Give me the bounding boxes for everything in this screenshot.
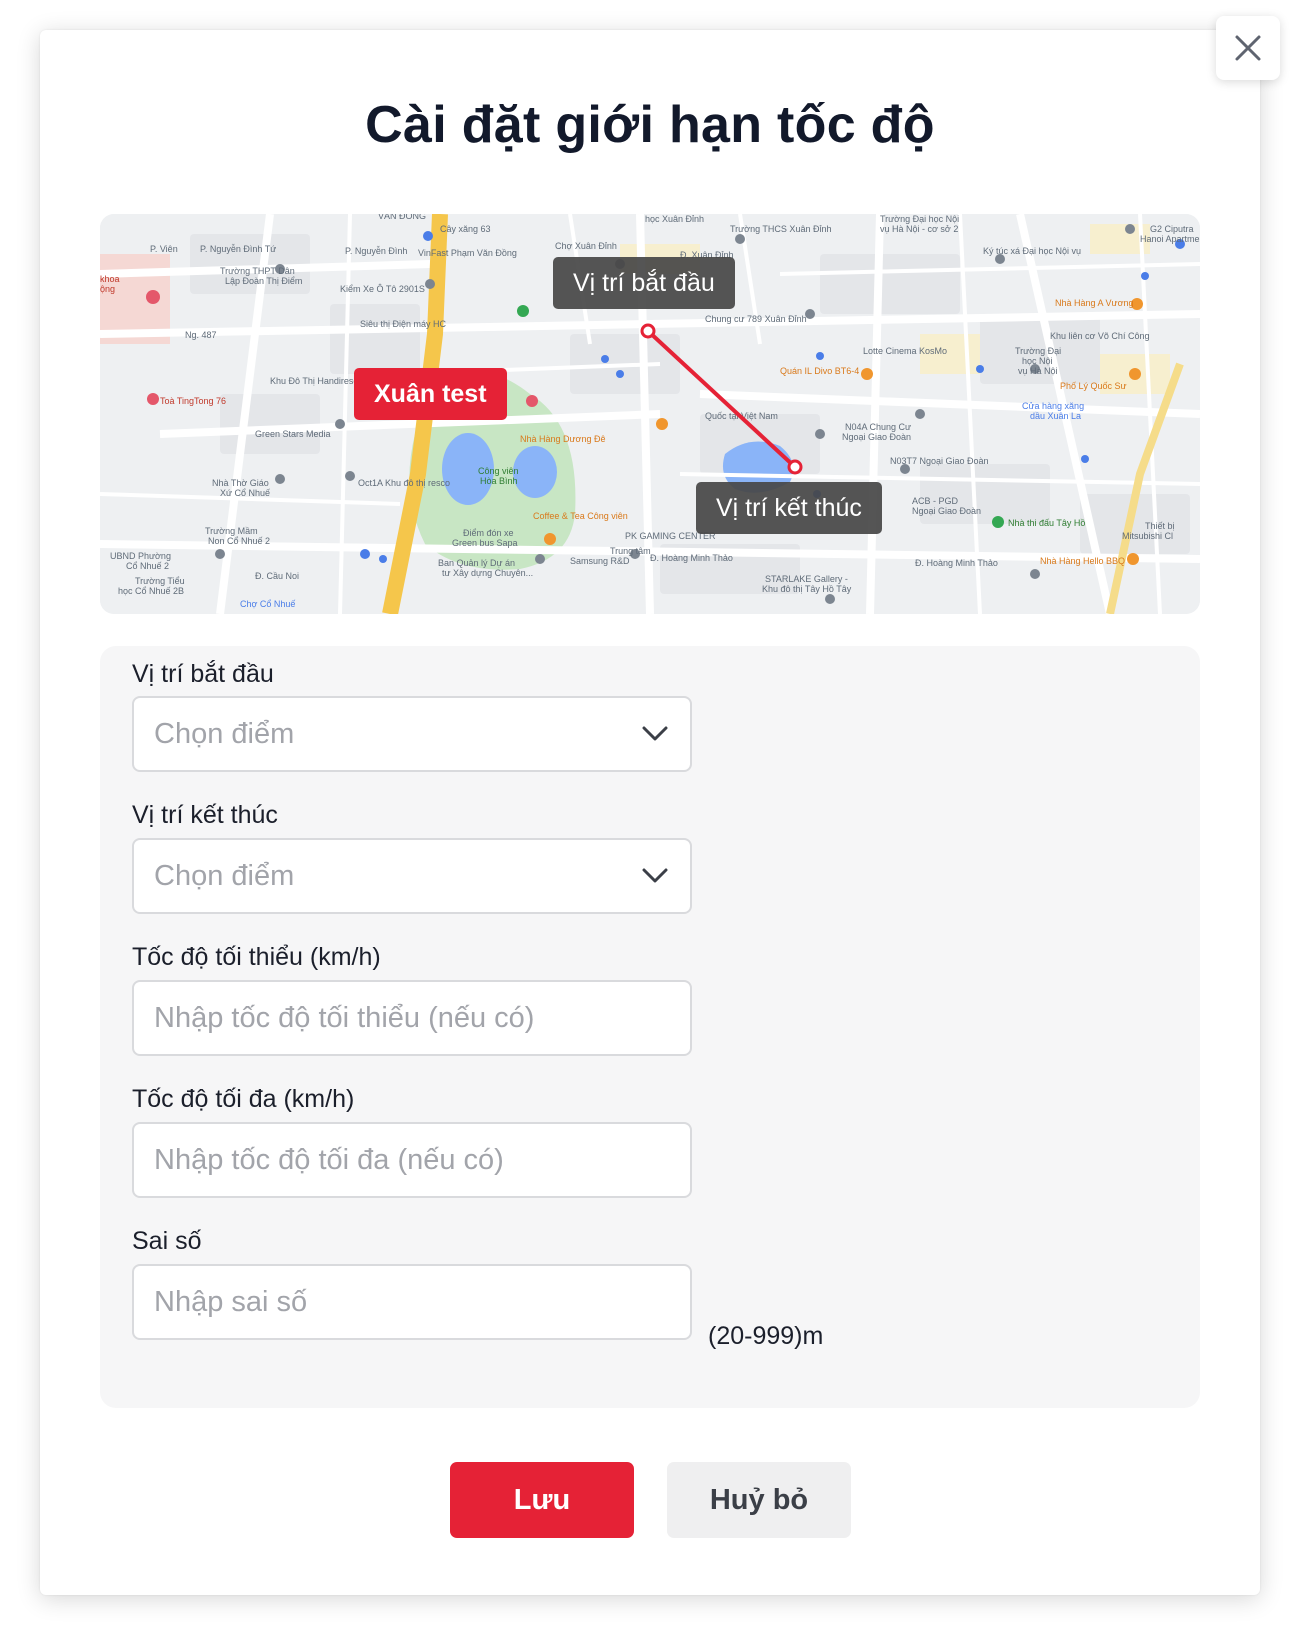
svg-text:Cây xăng 63: Cây xăng 63: [440, 224, 491, 234]
svg-text:Thiết bị: Thiết bị: [1145, 521, 1175, 531]
svg-text:Cửa hàng xăng: Cửa hàng xăng: [1022, 401, 1084, 411]
svg-text:dầu Xuân La: dầu Xuân La: [1030, 411, 1081, 421]
svg-text:Lotte Cinema KosMo: Lotte Cinema KosMo: [863, 346, 947, 356]
svg-text:học Cổ Nhuế 2B: học Cổ Nhuế 2B: [118, 586, 184, 596]
svg-text:Ký túc xá Đại học Nội vụ: Ký túc xá Đại học Nội vụ: [983, 246, 1081, 256]
svg-text:Coffee & Tea Công viên: Coffee & Tea Công viên: [533, 511, 628, 521]
svg-text:Green bus Sapa: Green bus Sapa: [452, 538, 518, 548]
svg-text:Khu liên cơ Võ Chí Công: Khu liên cơ Võ Chí Công: [1050, 331, 1149, 341]
svg-text:Samsung R&D: Samsung R&D: [570, 556, 630, 566]
svg-text:khoa: khoa: [100, 274, 120, 284]
svg-text:Hòa Bình: Hòa Bình: [480, 476, 518, 486]
svg-text:Điểm đón xe: Điểm đón xe: [463, 528, 514, 538]
svg-text:P. Nguyễn Đình Tứ: P. Nguyễn Đình Tứ: [200, 244, 276, 254]
svg-text:P. Nguyễn Đình: P. Nguyễn Đình: [345, 246, 407, 256]
svg-text:Quán IL Divo BT6-4: Quán IL Divo BT6-4: [780, 366, 859, 376]
svg-text:Green Stars Media: Green Stars Media: [255, 429, 331, 439]
end-point-select-value: Chọn điểm: [154, 859, 295, 892]
max-speed-field: [132, 1122, 692, 1198]
svg-text:Toà TingTong 76: Toà TingTong 76: [160, 396, 226, 406]
svg-text:Công viên: Công viên: [478, 466, 519, 476]
chevron-down-icon: [640, 719, 670, 749]
svg-text:Trường Đại: Trường Đại: [1015, 346, 1061, 356]
svg-text:VĂN ĐỒNG: VĂN ĐỒNG: [378, 214, 426, 221]
svg-text:Ngoại Giao Đoàn: Ngoại Giao Đoàn: [912, 506, 981, 516]
end-point-select[interactable]: Chọn điểm: [132, 838, 692, 914]
tolerance-unit-hint: (20-999)m: [708, 1322, 824, 1350]
svg-text:Nhà Hàng Hello BBQ: Nhà Hàng Hello BBQ: [1040, 556, 1125, 566]
dialog-title: Cài đặt giới hạn tốc độ: [365, 96, 935, 154]
tolerance-field: [132, 1264, 692, 1340]
min-speed-field: [132, 980, 692, 1056]
chevron-down-icon: [640, 861, 670, 891]
close-icon: [1235, 35, 1261, 61]
svg-text:Ngoại Giao Đoàn: Ngoại Giao Đoàn: [842, 432, 911, 442]
close-button[interactable]: [1216, 16, 1280, 80]
cancel-button[interactable]: Huỷ bỏ: [667, 1462, 851, 1538]
svg-text:Nhà Hàng A Vương: Nhà Hàng A Vương: [1055, 298, 1133, 308]
svg-text:Chợ Cổ Nhuế: Chợ Cổ Nhuế: [240, 599, 295, 609]
svg-text:Non Cổ Nhuế 2: Non Cổ Nhuế 2: [208, 536, 270, 546]
svg-text:Phố Lý Quốc Sư: Phố Lý Quốc Sư: [1060, 381, 1127, 391]
svg-text:Cổ Nhuế 2: Cổ Nhuế 2: [126, 561, 169, 571]
start-point-select-value: Chọn điểm: [154, 717, 295, 750]
svg-text:Lập Đoàn Thị Điểm: Lập Đoàn Thị Điểm: [225, 276, 302, 286]
svg-text:Siêu thị Điện máy HC: Siêu thị Điện máy HC: [360, 319, 447, 329]
svg-text:Trường THPT Dân: Trường THPT Dân: [220, 266, 295, 276]
tolerance-input[interactable]: [154, 1285, 670, 1319]
zone-label[interactable]: Xuân test: [354, 368, 507, 420]
svg-text:Trường THCS Xuân Đỉnh: Trường THCS Xuân Đỉnh: [730, 224, 831, 234]
svg-text:Đ. Hoàng Minh Thảo: Đ. Hoàng Minh Thảo: [915, 558, 998, 568]
min-speed-field-label: Tốc độ tối thiểu (km/h): [132, 943, 381, 971]
save-button[interactable]: Lưu: [450, 1462, 634, 1538]
svg-text:Trường Đại học Nội: Trường Đại học Nội: [880, 214, 959, 224]
svg-text:G2 Ciputra: G2 Ciputra: [1150, 224, 1194, 234]
svg-text:STARLAKE Gallery -: STARLAKE Gallery -: [765, 574, 848, 584]
svg-text:ộng: ộng: [100, 284, 115, 294]
svg-text:vụ Hà Nội: vụ Hà Nội: [1018, 366, 1058, 376]
svg-text:N04A Chung Cư: N04A Chung Cư: [845, 422, 911, 432]
svg-text:Nhà Thờ Giáo: Nhà Thờ Giáo: [212, 478, 269, 488]
svg-text:Đ. Hoàng Minh Thảo: Đ. Hoàng Minh Thảo: [650, 553, 733, 563]
svg-text:Chợ Xuân Đỉnh: Chợ Xuân Đỉnh: [555, 241, 617, 251]
svg-text:Trường Mầm: Trường Mầm: [205, 526, 258, 536]
route-map[interactable]: Cây xăng 63 VinFast Phạm Văn Đồng Chợ Xu…: [100, 214, 1200, 614]
svg-text:Hanoi Apartme: Hanoi Apartme: [1140, 234, 1200, 244]
svg-text:VinFast Phạm Văn Đồng: VinFast Phạm Văn Đồng: [418, 248, 517, 258]
tolerance-field-label: Sai số: [132, 1227, 202, 1255]
start-point-label: Vị trí bắt đầu: [553, 257, 735, 309]
svg-text:Nhà Hàng Dương Đê: Nhà Hàng Dương Đê: [520, 434, 605, 444]
svg-text:Chung cư 789 Xuân Đỉnh: Chung cư 789 Xuân Đỉnh: [705, 314, 807, 324]
svg-text:Khu đô thị Tây Hồ Tây: Khu đô thị Tây Hồ Tây: [762, 584, 852, 594]
svg-text:vụ Hà Nội - cơ sở 2: vụ Hà Nội - cơ sở 2: [880, 224, 958, 234]
svg-text:tư Xây dựng Chuyên...: tư Xây dựng Chuyên...: [442, 568, 533, 578]
svg-text:Oct1A Khu đô thị resco: Oct1A Khu đô thị resco: [358, 478, 450, 488]
svg-text:ACB - PGD: ACB - PGD: [912, 496, 959, 506]
svg-text:học Xuân Đỉnh: học Xuân Đỉnh: [645, 214, 704, 224]
svg-text:Đ. Cầu Noi: Đ. Cầu Noi: [255, 571, 299, 581]
min-speed-input[interactable]: [154, 1001, 670, 1035]
svg-text:P. Viên: P. Viên: [150, 244, 178, 254]
end-point-field-label: Vị trí kết thúc: [132, 801, 278, 829]
svg-text:UBND Phường: UBND Phường: [110, 551, 171, 561]
svg-text:Trung tâm: Trung tâm: [610, 546, 651, 556]
svg-text:Xứ Cổ Nhuế: Xứ Cổ Nhuế: [220, 488, 270, 498]
end-point-label: Vị trí kết thúc: [696, 482, 882, 534]
start-point-field-label: Vị trí bắt đầu: [132, 660, 274, 688]
svg-text:Kiểm Xe Ô Tô 2901S: Kiểm Xe Ô Tô 2901S: [340, 284, 425, 294]
svg-text:Ng. 487: Ng. 487: [185, 330, 217, 340]
svg-text:N03T7 Ngoại Giao Đoàn: N03T7 Ngoại Giao Đoàn: [890, 456, 989, 466]
svg-text:học Nội: học Nội: [1022, 356, 1053, 366]
svg-text:Nhà thi đấu Tây Hồ: Nhà thi đấu Tây Hồ: [1008, 518, 1085, 528]
svg-text:Ban Quản lý Dự án: Ban Quản lý Dự án: [438, 558, 515, 568]
svg-text:Trường Tiểu: Trường Tiểu: [135, 576, 185, 586]
svg-text:Khu Đô Thị Handiresco: Khu Đô Thị Handiresco: [270, 376, 363, 386]
max-speed-input[interactable]: [154, 1143, 670, 1177]
max-speed-field-label: Tốc độ tối đa (km/h): [132, 1085, 355, 1113]
start-point-select[interactable]: Chọn điểm: [132, 696, 692, 772]
svg-text:Mitsubishi Cl: Mitsubishi Cl: [1122, 531, 1173, 541]
